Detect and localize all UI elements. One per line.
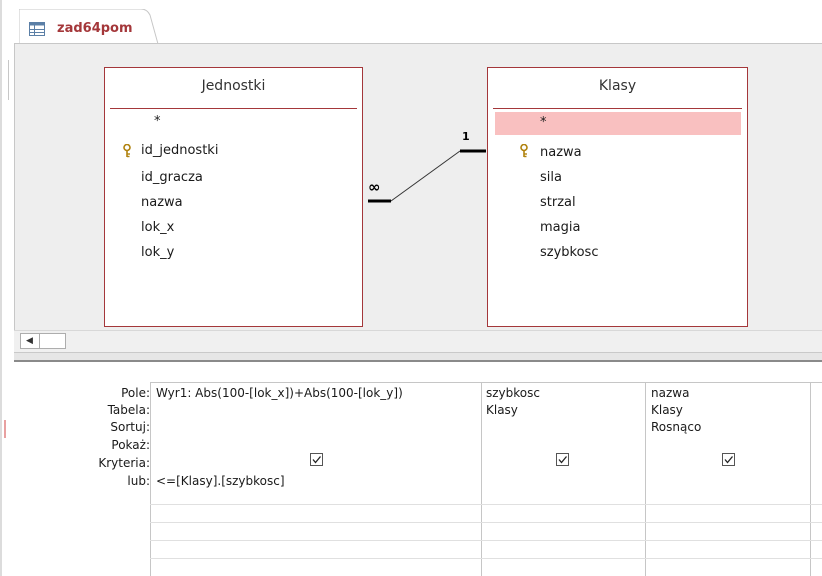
- field-all[interactable]: *: [154, 114, 161, 129]
- field-all[interactable]: *: [540, 115, 547, 130]
- grid-criteria-cell[interactable]: <=[Klasy].[szybkosc]: [156, 474, 285, 488]
- scroll-left-icon: ◀: [26, 336, 33, 346]
- checkmark-icon: [558, 456, 567, 464]
- primary-key-icon: [122, 143, 132, 158]
- grid-field-cell[interactable]: szybkosc: [486, 386, 540, 400]
- grid-column-divider: [645, 382, 646, 576]
- grid-column-divider: [810, 382, 811, 576]
- relationship-many-label: ∞: [368, 178, 381, 196]
- grid-row-divider: [150, 504, 822, 505]
- field-strzal[interactable]: strzal: [540, 195, 576, 210]
- field-szybkosc[interactable]: szybkosc: [540, 245, 598, 260]
- show-checkbox[interactable]: [556, 453, 569, 466]
- field-nazwa[interactable]: nazwa: [141, 195, 183, 210]
- checkmark-icon: [724, 456, 733, 464]
- primary-key-icon: [519, 143, 529, 158]
- grid-row-labels: Pole: Tabela: Sortuj: Pokaż: Kryteria: l…: [14, 386, 150, 536]
- show-checkbox[interactable]: [722, 453, 735, 466]
- table-title-divider: [493, 108, 742, 109]
- grid-row-divider: [150, 558, 822, 559]
- selected-field-highlight: [495, 112, 741, 135]
- window-edge-marker: [4, 420, 6, 438]
- scroll-left-button[interactable]: ◀: [20, 333, 40, 349]
- relationship-line[interactable]: [360, 130, 490, 210]
- grid-field-cell[interactable]: Wyr1: Abs(100-[lok_x])+Abs(100-[lok_y]): [156, 386, 403, 400]
- row-label-lub: lub:: [127, 474, 150, 488]
- tab-title: zad64pom: [57, 21, 133, 36]
- row-label-kryteria: Kryteria:: [98, 456, 150, 470]
- grid-row-divider: [150, 522, 822, 523]
- field-id-jednostki[interactable]: id_jednostki: [141, 143, 218, 158]
- grid-table-cell[interactable]: Klasy: [486, 403, 518, 417]
- table-jednostki[interactable]: Jednostki * id_jednostki id_gracza nazwa…: [104, 67, 363, 327]
- grid-top-border: [150, 382, 822, 383]
- field-id-gracza[interactable]: id_gracza: [141, 170, 203, 185]
- row-label-pole: Pole:: [121, 386, 150, 400]
- row-label-tabela: Tabela:: [107, 403, 150, 417]
- row-label-pokaz: Pokaż:: [111, 438, 150, 452]
- grid-field-cell[interactable]: nazwa: [651, 386, 689, 400]
- field-magia[interactable]: magia: [540, 220, 580, 235]
- table-title[interactable]: Klasy: [488, 78, 747, 94]
- table-klasy[interactable]: Klasy * nazwa sila strzal magia szybkosc: [487, 67, 748, 327]
- field-lok-y[interactable]: lok_y: [141, 245, 174, 260]
- grid-row-divider: [150, 540, 822, 541]
- window-left-edge: [0, 0, 2, 576]
- grid-sort-cell[interactable]: Rosnąco: [651, 420, 701, 434]
- grid-table-cell[interactable]: Klasy: [651, 403, 683, 417]
- horizontal-scrollbar[interactable]: [14, 330, 822, 353]
- field-sila[interactable]: sila: [540, 170, 562, 185]
- pane-splitter[interactable]: [14, 352, 822, 362]
- checkmark-icon: [312, 456, 321, 464]
- relationship-one-label: 1: [462, 130, 470, 143]
- field-nazwa[interactable]: nazwa: [540, 145, 582, 160]
- scrollbar-thumb[interactable]: [40, 333, 66, 349]
- window-left-border: [8, 60, 9, 100]
- table-title-divider: [110, 108, 357, 109]
- field-lok-x[interactable]: lok_x: [141, 220, 174, 235]
- tab-zad64pom[interactable]: zad64pom: [19, 9, 159, 45]
- grid-column-divider: [481, 382, 482, 576]
- grid-column-divider: [150, 382, 151, 576]
- query-icon: [29, 22, 45, 36]
- row-label-sortuj: Sortuj:: [110, 420, 150, 434]
- table-title[interactable]: Jednostki: [105, 78, 362, 94]
- show-checkbox[interactable]: [310, 453, 323, 466]
